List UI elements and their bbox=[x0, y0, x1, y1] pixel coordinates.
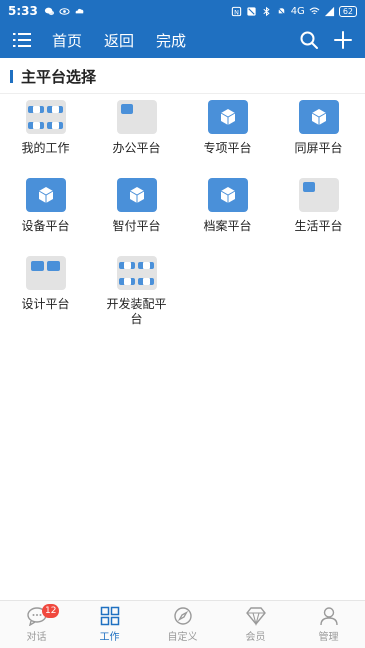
header-actions bbox=[299, 30, 365, 50]
nav-label: 管理 bbox=[318, 632, 339, 643]
tile-label: 专项平台 bbox=[203, 141, 252, 155]
tile-label: 我的工作 bbox=[21, 141, 70, 155]
tile-label: 同屏平台 bbox=[294, 141, 343, 155]
nav-work[interactable]: 工作 bbox=[73, 601, 146, 648]
diamond-icon bbox=[245, 606, 267, 626]
plus-icon[interactable] bbox=[333, 30, 353, 50]
network-speed: 4G bbox=[290, 5, 305, 17]
nav-label: 对话 bbox=[26, 632, 47, 643]
tile-office-platform[interactable]: 办公平台 bbox=[91, 100, 182, 166]
section-header: 主平台选择 bbox=[0, 64, 365, 88]
grid-icon bbox=[99, 606, 121, 626]
tile-label: 智付平台 bbox=[112, 219, 161, 233]
eye-icon bbox=[59, 7, 70, 15]
nav-chat[interactable]: 12 对话 bbox=[0, 601, 73, 648]
status-right: N 4G 62 bbox=[231, 5, 357, 17]
tile-label: 办公平台 bbox=[112, 141, 161, 155]
tile-label: 设备平台 bbox=[21, 219, 70, 233]
platform-icon bbox=[116, 100, 157, 134]
status-notification-icons bbox=[44, 6, 85, 17]
home-link[interactable]: 首页 bbox=[52, 30, 82, 51]
tile-label: 生活平台 bbox=[294, 219, 343, 233]
battery-icon: 62 bbox=[338, 5, 357, 17]
app-header: 首页 返回 完成 bbox=[0, 22, 365, 58]
menu-icon[interactable] bbox=[0, 22, 44, 58]
wifi-icon bbox=[309, 7, 320, 14]
cube-icon bbox=[25, 178, 66, 212]
nav-label: 自定义 bbox=[167, 632, 198, 643]
tile-archive-platform[interactable]: 档案平台 bbox=[182, 178, 273, 244]
status-bar: 5:33 N 4G 62 bbox=[0, 0, 365, 22]
signal-icon bbox=[324, 6, 334, 16]
bottom-nav: 12 对话 工作 自定义 会员 管理 bbox=[0, 600, 365, 648]
nav-manage[interactable]: 管理 bbox=[292, 601, 365, 648]
cube-icon bbox=[207, 100, 248, 134]
nav-label: 工作 bbox=[99, 632, 120, 643]
cube-icon bbox=[298, 100, 339, 134]
nav-label: 会员 bbox=[245, 632, 266, 643]
mute-icon bbox=[247, 6, 256, 16]
platform-pair-icon bbox=[25, 256, 66, 290]
platform-grid: 我的工作 办公平台 专项平台 同屏平台 设备平台 智付平台 档案平台 生活平台 … bbox=[0, 100, 365, 346]
nav-member[interactable]: 会员 bbox=[219, 601, 292, 648]
cube-icon bbox=[116, 178, 157, 212]
tile-dev-assembly-platform[interactable]: 开发装配平台 bbox=[91, 256, 182, 346]
wechat-icon bbox=[44, 7, 54, 15]
tile-label: 设计平台 bbox=[21, 297, 70, 311]
cloud-icon bbox=[75, 8, 84, 13]
nfc-icon: N bbox=[231, 6, 241, 16]
tile-label: 开发装配平台 bbox=[106, 297, 167, 326]
unread-badge: 12 bbox=[42, 604, 60, 618]
divider bbox=[0, 93, 365, 94]
back-link[interactable]: 返回 bbox=[104, 30, 134, 51]
section-marker bbox=[10, 69, 13, 83]
bluetooth-icon bbox=[263, 6, 270, 16]
tile-payment-platform[interactable]: 智付平台 bbox=[91, 178, 182, 244]
cube-icon bbox=[207, 178, 248, 212]
search-icon[interactable] bbox=[299, 30, 319, 50]
svg-text:N: N bbox=[234, 8, 239, 16]
nav-custom[interactable]: 自定义 bbox=[146, 601, 219, 648]
tile-screen-share-platform[interactable]: 同屏平台 bbox=[273, 100, 364, 166]
tile-special-platform[interactable]: 专项平台 bbox=[182, 100, 273, 166]
app-grid-icon bbox=[116, 256, 157, 290]
status-time: 5:33 bbox=[8, 4, 38, 18]
app-grid-icon bbox=[25, 100, 66, 134]
tile-design-platform[interactable]: 设计平台 bbox=[0, 256, 91, 322]
tile-my-work[interactable]: 我的工作 bbox=[0, 100, 91, 166]
bell-off-icon bbox=[277, 7, 286, 15]
person-icon bbox=[318, 606, 340, 626]
tile-device-platform[interactable]: 设备平台 bbox=[0, 178, 91, 244]
tile-label: 档案平台 bbox=[203, 219, 252, 233]
compass-icon bbox=[172, 606, 194, 626]
section-title: 主平台选择 bbox=[21, 67, 97, 86]
platform-icon bbox=[298, 178, 339, 212]
done-link[interactable]: 完成 bbox=[156, 30, 186, 51]
tile-life-platform[interactable]: 生活平台 bbox=[273, 178, 364, 244]
battery-level: 62 bbox=[342, 6, 353, 16]
